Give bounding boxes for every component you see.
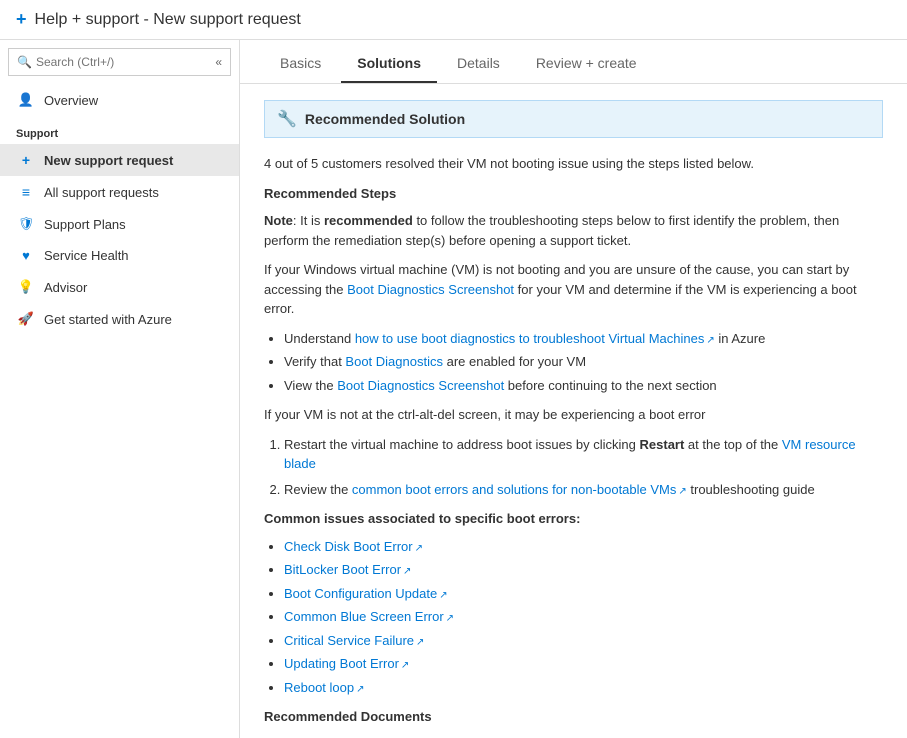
ext-icon-4: ↗ (446, 613, 454, 624)
ordered-list: Restart the virtual machine to address b… (264, 435, 883, 500)
boot-diagnostics-screenshot-link-2[interactable]: Boot Diagnostics Screenshot (337, 378, 504, 393)
list-icon: ≡ (16, 184, 36, 200)
sidebar-item-support-plans[interactable]: 🛡 Support Plans (0, 208, 239, 240)
sidebar-item-overview[interactable]: 👤 Overview (0, 84, 239, 116)
ext-icon-5: ↗ (416, 637, 424, 648)
boot-diagnostics-link[interactable]: Boot Diagnostics (345, 354, 443, 369)
ext-icon-6: ↗ (401, 660, 409, 671)
common-boot-errors-link[interactable]: common boot errors and solutions for non… (352, 482, 676, 497)
sidebar: 🔍 « 👤 Overview Support + New support req… (0, 40, 240, 738)
sidebar-item-service-health[interactable]: ♥ Service Health (0, 240, 239, 271)
content-scroll: 🔧 Recommended Solution 4 out of 5 custom… (240, 84, 907, 738)
sidebar-item-label: Support Plans (44, 217, 126, 232)
boot-error-reboot-loop: Reboot loop↗ (284, 678, 883, 698)
sidebar-item-all-support-requests[interactable]: ≡ All support requests (0, 176, 239, 208)
doc-item-rdp: Review the RDP troubleshooting guide↗ (284, 735, 883, 738)
tab-review-create[interactable]: Review + create (520, 45, 653, 83)
sidebar-item-label: Overview (44, 93, 98, 108)
wrench-icon: 🔧 (277, 109, 297, 129)
sidebar-item-label: Advisor (44, 280, 87, 295)
tab-details[interactable]: Details (441, 45, 516, 83)
updating-boot-error-link[interactable]: Updating Boot Error (284, 656, 399, 671)
common-blue-screen-error-link[interactable]: Common Blue Screen Error (284, 609, 444, 624)
advisor-icon: 💡 (16, 279, 36, 295)
bitlocker-boot-error-link[interactable]: BitLocker Boot Error (284, 562, 401, 577)
bullet-item-3: View the Boot Diagnostics Screenshot bef… (284, 376, 883, 396)
boot-error-bitlocker: BitLocker Boot Error↗ (284, 560, 883, 580)
vm-resource-blade-link[interactable]: VM resource blade (284, 437, 856, 472)
check-disk-boot-error-link[interactable]: Check Disk Boot Error (284, 539, 413, 554)
sidebar-item-label: New support request (44, 153, 173, 168)
search-icon: 🔍 (17, 55, 32, 69)
section3-title: Recommended Documents (264, 707, 883, 727)
search-box[interactable]: 🔍 « (8, 48, 231, 76)
recommended-docs-list: Review the RDP troubleshooting guide↗ Ac… (264, 735, 883, 738)
sidebar-item-label: Service Health (44, 248, 129, 263)
bullet-item-1: Understand how to use boot diagnostics t… (284, 329, 883, 349)
ext-icon-7: ↗ (356, 684, 364, 695)
sidebar-item-label: Get started with Azure (44, 312, 172, 327)
ext-icon-2: ↗ (403, 566, 411, 577)
sidebar-nav: 👤 Overview Support + New support request… (0, 84, 239, 738)
recommended-banner: 🔧 Recommended Solution (264, 100, 883, 138)
heart-icon: ♥ (16, 248, 36, 263)
note-paragraph: Note: It is recommended to follow the tr… (264, 211, 883, 250)
azure-plus-icon: + (16, 9, 27, 30)
sidebar-item-advisor[interactable]: 💡 Advisor (0, 271, 239, 303)
ordered-item-2: Review the common boot errors and soluti… (284, 480, 883, 500)
page-title: Help + support - New support request (35, 11, 301, 29)
sidebar-section-support: Support (0, 116, 239, 144)
ext-icon-3: ↗ (439, 590, 447, 601)
boot-diagnostics-screenshot-link[interactable]: Boot Diagnostics Screenshot (347, 282, 514, 297)
recommended-bold: recommended (324, 213, 413, 228)
ctrl-alt-del-para: If your VM is not at the ctrl-alt-del sc… (264, 405, 883, 425)
sidebar-item-get-started-azure[interactable]: 🚀 Get started with Azure (0, 303, 239, 335)
shield-icon: 🛡 (16, 216, 36, 232)
boot-configuration-update-link[interactable]: Boot Configuration Update (284, 586, 437, 601)
tab-solutions[interactable]: Solutions (341, 45, 437, 83)
collapse-icon[interactable]: « (215, 55, 222, 69)
tab-basics[interactable]: Basics (264, 45, 337, 83)
boot-error-list: Check Disk Boot Error↗ BitLocker Boot Er… (264, 537, 883, 698)
boot-error-critical-service: Critical Service Failure↗ (284, 631, 883, 651)
ext-icon-1: ↗ (415, 543, 423, 554)
boot-error-boot-configuration: Boot Configuration Update↗ (284, 584, 883, 604)
boot-error-check-disk: Check Disk Boot Error↗ (284, 537, 883, 557)
content-area: Basics Solutions Details Review + create… (240, 40, 907, 738)
how-to-use-boot-diagnostics-link[interactable]: how to use boot diagnostics to troublesh… (355, 331, 705, 346)
sidebar-item-label: All support requests (44, 185, 159, 200)
plus-icon: + (16, 152, 36, 168)
section1-title: Recommended Steps (264, 184, 883, 204)
person-icon: 👤 (16, 92, 36, 108)
external-link-icon-2: ↗ (678, 486, 686, 497)
intro-text: 4 out of 5 customers resolved their VM n… (264, 154, 883, 174)
banner-title: Recommended Solution (305, 111, 465, 127)
bullet-item-2: Verify that Boot Diagnostics are enabled… (284, 352, 883, 372)
boot-error-blue-screen: Common Blue Screen Error↗ (284, 607, 883, 627)
restart-bold: Restart (640, 437, 685, 452)
boot-diagnostics-para: If your Windows virtual machine (VM) is … (264, 260, 883, 319)
tabs: Basics Solutions Details Review + create (240, 40, 907, 84)
main-layout: 🔍 « 👤 Overview Support + New support req… (0, 40, 907, 738)
rocket-icon: 🚀 (16, 311, 36, 327)
section2-title: Common issues associated to specific boo… (264, 509, 883, 529)
external-link-icon-1: ↗ (706, 335, 714, 346)
note-bold-label: Note (264, 213, 293, 228)
ordered-item-1: Restart the virtual machine to address b… (284, 435, 883, 474)
main-content: 4 out of 5 customers resolved their VM n… (264, 154, 883, 738)
boot-error-updating-boot: Updating Boot Error↗ (284, 654, 883, 674)
title-bar: + Help + support - New support request (0, 0, 907, 40)
critical-service-failure-link[interactable]: Critical Service Failure (284, 633, 414, 648)
reboot-loop-link[interactable]: Reboot loop (284, 680, 354, 695)
search-input[interactable] (36, 55, 211, 69)
bullet-list-1: Understand how to use boot diagnostics t… (264, 329, 883, 396)
sidebar-item-new-support-request[interactable]: + New support request (0, 144, 239, 176)
